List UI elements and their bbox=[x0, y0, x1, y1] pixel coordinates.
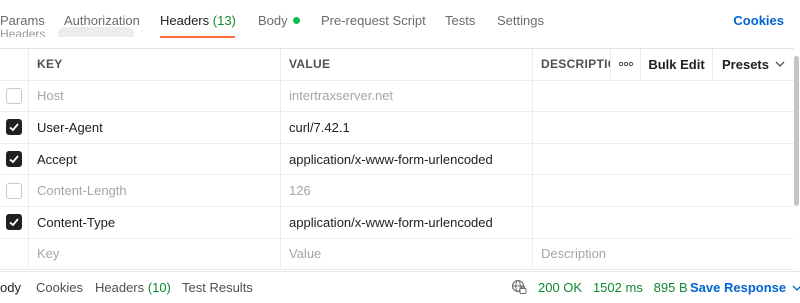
response-status[interactable]: 200 OK 1502 ms 895 B bbox=[538, 280, 688, 295]
checkmark-icon bbox=[9, 218, 19, 227]
tab-headers-count: (13) bbox=[212, 13, 236, 28]
tab-pre-request-script[interactable]: Pre-request Script bbox=[321, 13, 426, 28]
table-row: User-Agent curl/7.42.1 bbox=[0, 112, 794, 144]
section-header-pill bbox=[58, 27, 134, 37]
header-description-cell[interactable] bbox=[532, 206, 794, 238]
row-checkbox[interactable] bbox=[6, 182, 22, 199]
header-value-cell[interactable]: application/x-www-form-urlencoded bbox=[280, 143, 532, 175]
more-dots-icon bbox=[618, 62, 633, 67]
more-options-button[interactable] bbox=[610, 49, 640, 80]
column-description-header: DESCRIPTIC bbox=[532, 49, 610, 80]
presets-label: Presets bbox=[722, 56, 769, 72]
body-active-dot-icon bbox=[292, 17, 300, 24]
tab-headers-label: Headers bbox=[160, 13, 210, 28]
response-tab-body[interactable]: ody bbox=[0, 280, 21, 295]
new-description-input[interactable]: Description bbox=[532, 238, 794, 270]
active-tab-indicator bbox=[160, 36, 235, 38]
header-description-cell[interactable] bbox=[532, 175, 794, 206]
column-key-header: KEY bbox=[28, 49, 280, 80]
row-checkbox[interactable] bbox=[6, 151, 22, 168]
response-tab-cookies[interactable]: Cookies bbox=[36, 280, 83, 295]
vertical-scrollbar[interactable] bbox=[794, 56, 799, 206]
table-row: Host intertraxserver.net bbox=[0, 80, 794, 113]
cookies-link[interactable]: Cookies bbox=[733, 13, 784, 28]
response-tab-headers-label: Headers bbox=[95, 280, 145, 295]
status-code: 200 OK bbox=[538, 280, 583, 295]
presets-button[interactable]: Presets bbox=[712, 49, 794, 80]
new-row-check-cell bbox=[0, 239, 28, 270]
response-tab-test-results[interactable]: Test Results bbox=[182, 280, 253, 295]
section-header-text: Headers bbox=[0, 27, 46, 37]
header-key-cell[interactable]: Content-Length bbox=[28, 175, 280, 206]
tab-settings[interactable]: Settings bbox=[497, 13, 544, 28]
tab-body-label: Body bbox=[258, 13, 288, 28]
checkmark-icon bbox=[9, 155, 19, 164]
section-header-peek: Headers bbox=[0, 25, 140, 37]
table-row: Accept application/x-www-form-urlencoded bbox=[0, 143, 794, 176]
response-size: 895 B bbox=[653, 280, 688, 295]
header-key-cell[interactable]: Host bbox=[28, 80, 280, 112]
header-key-cell[interactable]: Content-Type bbox=[28, 206, 280, 238]
headers-table: KEY VALUE DESCRIPTIC Bulk Edit Presets H… bbox=[0, 48, 794, 271]
checkmark-icon bbox=[9, 123, 19, 132]
response-bar: ody Cookies Headers (10) Test Results 20… bbox=[0, 271, 800, 303]
chevron-down-icon bbox=[775, 61, 785, 68]
row-checkbox[interactable] bbox=[6, 214, 22, 231]
tab-body[interactable]: Body bbox=[258, 13, 300, 28]
header-check-cell bbox=[0, 49, 28, 80]
response-tab-headers-count: (10) bbox=[147, 280, 171, 295]
row-checkbox[interactable] bbox=[6, 119, 22, 136]
bulk-edit-button[interactable]: Bulk Edit bbox=[640, 49, 712, 80]
header-description-cell[interactable] bbox=[532, 112, 794, 143]
tab-headers[interactable]: Headers (13) bbox=[160, 13, 236, 28]
new-key-input[interactable]: Key bbox=[28, 238, 280, 270]
header-value-cell[interactable]: 126 bbox=[280, 175, 532, 206]
table-row: Content-Length 126 bbox=[0, 175, 794, 207]
response-time: 1502 ms bbox=[592, 280, 643, 295]
column-value-header: VALUE bbox=[280, 49, 532, 80]
table-row: Content-Type application/x-www-form-urle… bbox=[0, 206, 794, 239]
new-header-row: Key Value Description bbox=[0, 238, 794, 271]
network-globe-icon[interactable] bbox=[511, 279, 527, 295]
header-value-cell[interactable]: intertraxserver.net bbox=[280, 80, 532, 112]
new-value-input[interactable]: Value bbox=[280, 238, 532, 270]
header-value-cell[interactable]: curl/7.42.1 bbox=[280, 112, 532, 143]
save-response-button[interactable]: Save Response bbox=[690, 280, 800, 295]
header-key-cell[interactable]: User-Agent bbox=[28, 112, 280, 143]
tab-tests[interactable]: Tests bbox=[445, 13, 475, 28]
save-response-label: Save Response bbox=[690, 280, 787, 295]
row-checkbox[interactable] bbox=[6, 87, 22, 104]
chevron-down-icon bbox=[792, 285, 800, 291]
header-description-cell[interactable] bbox=[532, 80, 794, 112]
header-key-cell[interactable]: Accept bbox=[28, 143, 280, 175]
header-description-cell[interactable] bbox=[532, 143, 794, 175]
response-tab-headers[interactable]: Headers (10) bbox=[95, 280, 171, 295]
table-header-row: KEY VALUE DESCRIPTIC Bulk Edit Presets bbox=[0, 49, 794, 81]
header-value-cell[interactable]: application/x-www-form-urlencoded bbox=[280, 206, 532, 238]
